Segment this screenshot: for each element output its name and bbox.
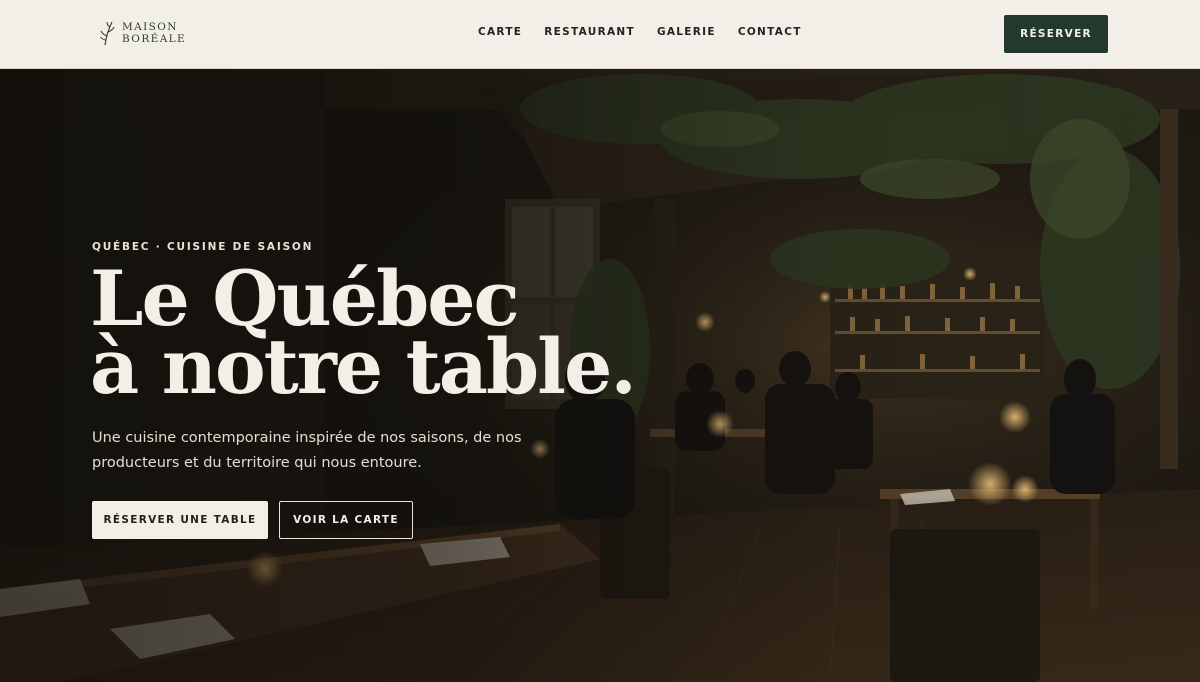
nav-item-galerie[interactable]: GALERIE [657, 26, 716, 38]
headline-line-2: à notre table. [90, 322, 637, 411]
logo-line-2: BORÉALE [122, 33, 187, 45]
hero-section: QUÉBEC · CUISINE DE SAISON Le Québec à n… [0, 69, 1200, 682]
logo-wordmark: MAISON BORÉALE [122, 21, 186, 45]
reserve-button[interactable]: RÉSERVER [1004, 15, 1108, 53]
hero-headline: Le Québec à notre table. [90, 261, 690, 411]
nav-item-restaurant[interactable]: RESTAURANT [544, 26, 635, 38]
nav-item-contact[interactable]: CONTACT [738, 26, 802, 38]
nav-item-carte[interactable]: CARTE [478, 26, 522, 38]
sprig-icon [100, 21, 115, 46]
hero-subtitle: Une cuisine contemporaine inspirée de no… [92, 430, 522, 471]
main-nav: CARTE RESTAURANT GALERIE CONTACT [478, 26, 802, 38]
view-menu-button[interactable]: VOIR LA CARTE [279, 501, 413, 539]
brand-logo[interactable]: MAISON BORÉALE [99, 19, 186, 47]
hero-eyebrow: QUÉBEC · CUISINE DE SAISON [92, 241, 314, 253]
reserve-table-button[interactable]: RÉSERVER UNE TABLE [92, 501, 268, 539]
site-header: MAISON BORÉALE CARTE RESTAURANT GALERIE … [0, 0, 1200, 69]
logo-line-1: MAISON [122, 21, 178, 33]
